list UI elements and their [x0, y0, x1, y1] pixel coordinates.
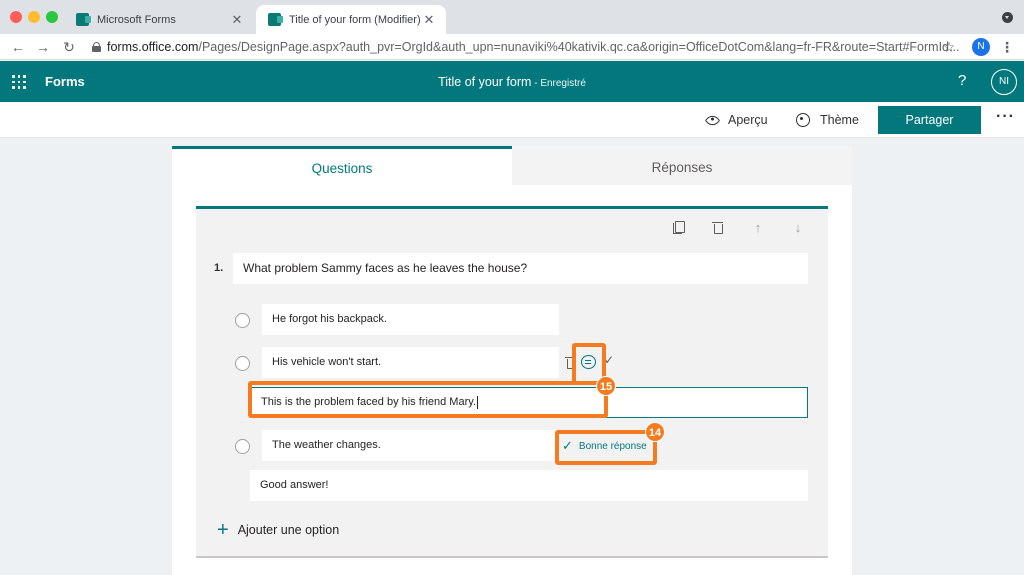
next-question-chip [274, 569, 316, 575]
share-button[interactable]: Partager [878, 106, 981, 134]
option-input[interactable]: The weather changes. [262, 430, 559, 461]
add-option-label: Ajouter une option [237, 523, 340, 537]
url-field[interactable]: forms.office.com/Pages/DesignPage.aspx?a… [88, 36, 964, 58]
close-window-button[interactable] [10, 11, 22, 23]
url-text: forms.office.com/Pages/DesignPage.aspx?a… [107, 40, 960, 54]
tab-questions[interactable]: Questions [172, 146, 512, 185]
title-separator: - [531, 78, 541, 89]
minimize-window-button[interactable] [28, 11, 40, 23]
callout-correct-answer-highlight [555, 430, 657, 465]
delete-question-icon[interactable] [710, 220, 726, 236]
eye-icon [704, 112, 721, 128]
browser-profile-avatar[interactable]: N [972, 38, 990, 56]
command-bar: Aperçu Thème [0, 102, 1024, 138]
plus-icon: + [217, 519, 229, 541]
forms-app-header: Forms Title of your form - Enregistré ? … [0, 61, 1024, 102]
editor-tabs: Questions Réponses [172, 146, 852, 185]
theme-label: Thème [820, 113, 859, 127]
add-option-button[interactable]: + Ajouter une option [217, 520, 339, 540]
tab-close-icon[interactable]: ✕ [230, 12, 244, 28]
card-divider [196, 556, 828, 558]
document-title: Title of your form - Enregistré [0, 75, 1024, 89]
theme-button[interactable]: Thème [796, 110, 859, 130]
option-input[interactable]: His vehicle won't start. [262, 347, 559, 378]
callout-feedback-highlight [248, 381, 608, 418]
forms-favicon-icon [268, 13, 283, 26]
browser-address-bar: ← → ↻ forms.office.com/Pages/DesignPage.… [0, 34, 1024, 60]
option-radio[interactable] [235, 313, 250, 328]
tab-close-icon[interactable]: ✕ [422, 12, 436, 28]
browser-tab-bar: Microsoft Forms ✕ Title of your form (Mo… [0, 0, 1024, 34]
move-up-icon[interactable]: ↑ [750, 220, 766, 236]
tab-title: Title of your form (Modifier) M [289, 13, 422, 26]
browser-menu-icon[interactable]: ⋮ [1000, 37, 1014, 57]
question-title-input[interactable]: What problem Sammy faces as he leaves th… [233, 253, 808, 284]
tab-title: Microsoft Forms [97, 13, 176, 26]
help-icon[interactable]: ? [958, 72, 966, 89]
form-title-text: Title of your form [438, 75, 532, 89]
option-feedback-input[interactable]: Good answer! [250, 470, 808, 501]
option-radio[interactable] [235, 356, 250, 371]
lock-icon[interactable] [92, 42, 101, 52]
forward-button[interactable]: → [33, 37, 53, 57]
copy-question-icon[interactable] [671, 220, 687, 236]
step-badge-14: 14 [645, 422, 665, 442]
bookmark-star-icon[interactable]: ☆ [941, 37, 957, 57]
save-status: Enregistré [540, 78, 586, 89]
more-options-icon[interactable]: ··· [996, 108, 1015, 126]
browser-tab-form-editor[interactable]: Title of your form (Modifier) M ✕ [256, 5, 446, 34]
option-input[interactable]: He forgot his backpack. [262, 304, 559, 335]
tab-search-icon[interactable] [1002, 12, 1013, 23]
back-button[interactable]: ← [8, 37, 28, 57]
user-avatar[interactable]: NI [991, 69, 1017, 95]
tab-responses[interactable]: Réponses [512, 146, 852, 185]
zoom-window-button[interactable] [46, 11, 58, 23]
preview-label: Aperçu [728, 113, 768, 127]
option-radio[interactable] [235, 439, 250, 454]
step-badge-15: 15 [596, 376, 616, 396]
question-number: 1. [214, 262, 224, 274]
reload-button[interactable]: ↻ [59, 37, 79, 57]
move-down-icon[interactable]: ↓ [790, 220, 806, 236]
preview-button[interactable]: Aperçu [704, 110, 768, 130]
palette-icon [796, 113, 810, 127]
forms-favicon-icon [76, 13, 91, 26]
browser-tab-microsoft-forms[interactable]: Microsoft Forms ✕ [64, 5, 254, 34]
